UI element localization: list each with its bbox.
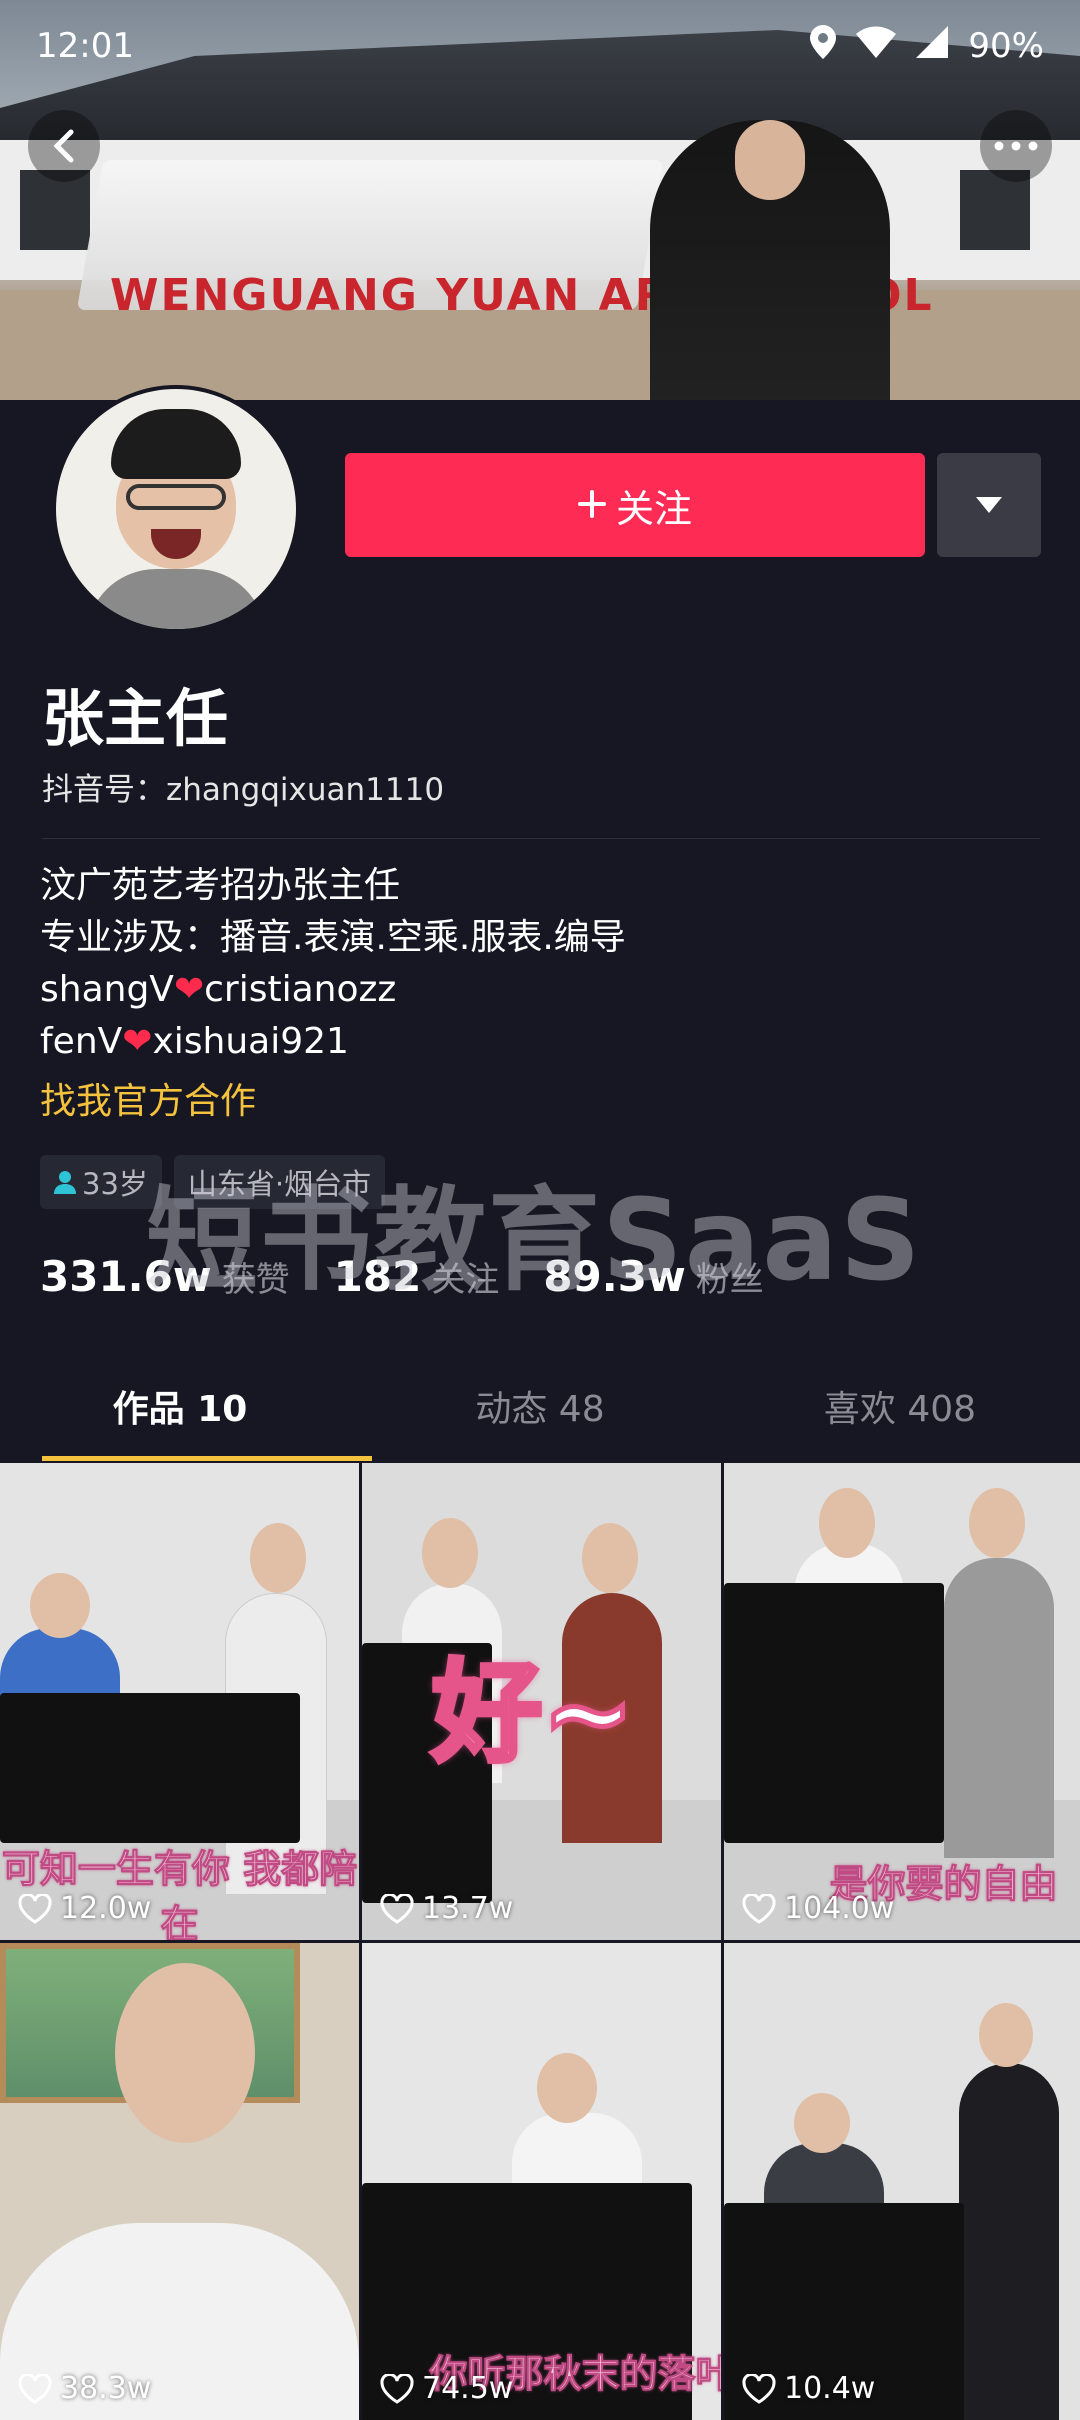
location-tag: 山东省·烟台市 (173, 1155, 386, 1209)
profile-stats: 331.6w 获赞 182 关注 89.3w 粉丝 (40, 1252, 764, 1301)
banner-window (20, 170, 90, 250)
more-options-button[interactable] (980, 110, 1052, 182)
person-icon (54, 1171, 76, 1194)
status-bar: 12:01 90% (0, 0, 1080, 92)
recommend-dropdown-button[interactable] (937, 453, 1041, 557)
stat-label: 获赞 (221, 1260, 290, 1300)
thumb-head (582, 1523, 638, 1593)
heart-outline-icon (380, 2373, 414, 2404)
avatar[interactable] (52, 385, 300, 633)
video-thumbnail[interactable]: 38.3w (0, 1943, 359, 2420)
video-caption: 好~ (429, 1647, 636, 1780)
bio-contact-line: fenV❤xishuai921 (40, 1016, 626, 1068)
tab-liked[interactable]: 喜欢 408 (720, 1350, 1080, 1462)
bio-contact-suffix: xishuai921 (152, 1021, 349, 1062)
follow-label: 关注 (615, 486, 692, 531)
thumb-head (422, 1518, 478, 1588)
video-thumbnail[interactable]: 是你要的自由 104.0w (724, 1463, 1080, 1940)
video-grid: 可知一生有你 我都陪在 12.0w 好~ 13.7w 是你要的自由 104.0w (0, 1463, 1080, 2420)
thumb-head (115, 1963, 255, 2143)
video-likes: 74.5w (380, 2371, 513, 2406)
bio-contact-suffix: cristianozz (204, 969, 397, 1010)
heart-icon: ❤ (173, 969, 205, 1010)
thumb-head (819, 1488, 875, 1558)
heart-outline-icon (18, 1893, 52, 1924)
video-likes-count: 13.7w (422, 1891, 514, 1926)
video-likes-count: 74.5w (422, 2371, 514, 2406)
bio-contact-prefix: fenV (40, 1021, 123, 1062)
video-thumbnail[interactable]: 你听那秋末的落叶 74.5w (362, 1943, 721, 2420)
heart-outline-icon (742, 1893, 776, 1924)
thumb-piano (0, 1693, 300, 1843)
heart-outline-icon (18, 2373, 52, 2404)
video-likes-count: 12.0w (60, 1891, 152, 1926)
stat-likes[interactable]: 331.6w 获赞 (40, 1252, 290, 1301)
divider (42, 838, 1040, 839)
location-icon (810, 24, 837, 68)
video-thumbnail[interactable]: 好~ 13.7w (362, 1463, 721, 1940)
signal-icon (916, 25, 949, 67)
age-tag: 33岁 (40, 1155, 162, 1209)
thumb-person (959, 2063, 1059, 2420)
thumb-head (979, 2003, 1033, 2067)
stat-number: 331.6w (40, 1252, 212, 1301)
video-likes: 38.3w (18, 2371, 151, 2406)
thumb-piano (724, 1583, 944, 1843)
wifi-icon (856, 26, 897, 67)
video-likes: 104.0w (742, 1891, 894, 1926)
thumb-head (537, 2053, 597, 2123)
back-button[interactable] (28, 110, 100, 182)
heart-icon: ❤ (122, 1021, 153, 1062)
status-time: 12:01 (36, 26, 134, 66)
video-likes-count: 38.3w (60, 2371, 152, 2406)
follow-button[interactable]: 关注 (345, 453, 925, 557)
tab-works[interactable]: 作品 10 (0, 1350, 360, 1462)
stat-following[interactable]: 182 关注 (334, 1252, 500, 1301)
avatar-body (86, 569, 266, 629)
heart-outline-icon (380, 1893, 414, 1924)
douyin-id: 抖音号：zhangqixuan1110 (42, 772, 445, 808)
video-likes: 10.4w (742, 2371, 875, 2406)
thumb-head (30, 1573, 90, 1638)
video-likes-count: 10.4w (784, 2371, 876, 2406)
heart-outline-icon (742, 2373, 776, 2404)
video-likes: 12.0w (18, 1891, 151, 1926)
stat-number: 89.3w (543, 1252, 686, 1301)
bio-line: 汶广苑艺考招办张主任 (40, 865, 401, 906)
location-tag-label: 山东省·烟台市 (187, 1167, 372, 1201)
thumb-head (969, 1488, 1025, 1558)
thumb-person (944, 1558, 1054, 1858)
bio-contact-line: shangV❤cristianozz (40, 964, 626, 1016)
caret-down-icon (976, 497, 1002, 513)
plus-icon (577, 483, 606, 527)
avatar-hair (111, 409, 241, 479)
video-likes: 13.7w (380, 1891, 513, 1926)
avatar-glasses (126, 484, 226, 510)
thumb-head (794, 2093, 850, 2153)
profile-name: 张主任 (42, 682, 229, 755)
tab-activity[interactable]: 动态 48 (360, 1350, 720, 1462)
banner-window (960, 170, 1030, 250)
stat-label: 粉丝 (695, 1260, 764, 1300)
profile-bio: 汶广苑艺考招办张主任 专业涉及：播音.表演.空乘.服表.编导 shangV❤cr… (40, 860, 626, 1068)
age-tag-label: 33岁 (82, 1167, 148, 1201)
more-dots-icon (994, 141, 1038, 151)
stat-followers[interactable]: 89.3w 粉丝 (543, 1252, 763, 1301)
official-collab-link[interactable]: 找我官方合作 (40, 1072, 256, 1124)
profile-tags: 33岁 山东省·烟台市 (40, 1155, 386, 1209)
thumb-head (250, 1523, 306, 1593)
video-thumbnail[interactable]: 10.4w (724, 1943, 1080, 2420)
bio-contact-prefix: shangV (40, 969, 174, 1010)
banner-person-face (735, 120, 805, 200)
video-likes-count: 104.0w (784, 1891, 895, 1926)
stat-number: 182 (333, 1252, 422, 1301)
stat-label: 关注 (431, 1260, 500, 1300)
chevron-left-icon (53, 129, 74, 163)
video-thumbnail[interactable]: 可知一生有你 我都陪在 12.0w (0, 1463, 359, 1940)
battery-level: 90% (968, 26, 1044, 66)
profile-tabs: 作品 10 动态 48 喜欢 408 (0, 1350, 1080, 1462)
bio-line: 专业涉及：播音.表演.空乘.服表.编导 (40, 917, 626, 958)
tab-indicator (42, 1456, 372, 1461)
